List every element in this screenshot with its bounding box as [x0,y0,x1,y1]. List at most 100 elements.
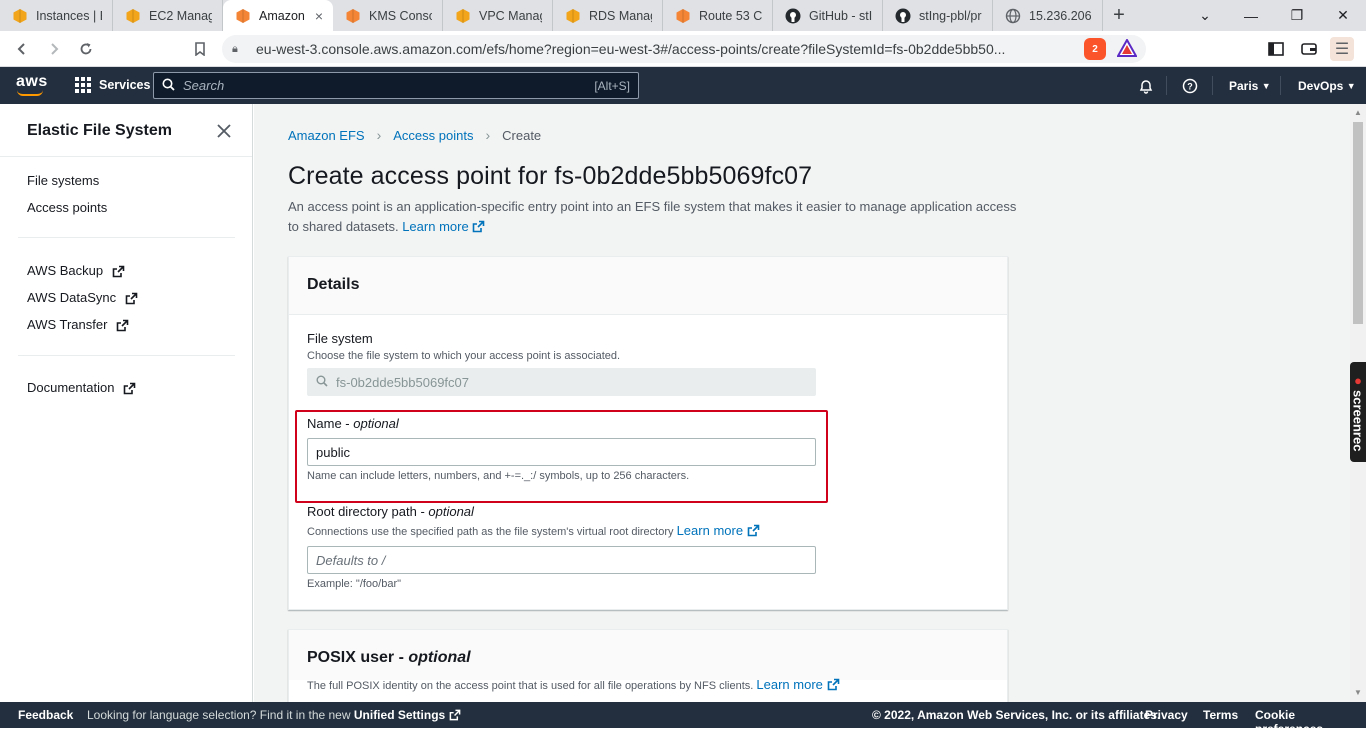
aws-route53-icon [675,8,691,24]
sidebar-item-aws-backup[interactable]: AWS Backup [27,263,125,278]
root-directory-label: Root directory path - optional [307,504,474,519]
browser-tab[interactable]: GitHub - stIn [773,0,883,31]
search-icon [316,375,328,390]
tab-title: GitHub - stIn [809,8,872,23]
aws-logo-text: aws [16,73,48,90]
page-description: An access point is an application-specif… [288,197,1018,237]
posix-hint: The full POSIX identity on the access po… [307,677,840,692]
root-directory-example: Example: "/foo/bar" [307,578,402,590]
services-menu-button[interactable]: Services [75,77,150,93]
external-link-icon [827,677,840,692]
description-text: An access point is an application-specif… [288,199,1017,234]
back-icon[interactable] [10,37,34,61]
caret-down-icon: ▼ [1261,80,1271,91]
menu-icon[interactable]: ☰ [1330,37,1354,61]
account-menu[interactable]: DevOps ▼ [1298,67,1356,104]
close-window-icon[interactable]: ✕ [1320,0,1366,31]
new-tab-icon[interactable]: + [1103,0,1135,31]
caret-down-icon: ▼ [1346,80,1356,91]
breadcrumb-amazon-efs[interactable]: Amazon EFS [288,128,365,143]
record-dot-icon: ● [1350,372,1366,388]
brave-rewards-icon[interactable] [1116,37,1138,62]
scrollbar-thumb[interactable] [1353,122,1363,324]
wallet-icon[interactable] [1297,37,1321,61]
chevron-right-icon: › [376,127,382,143]
posix-heading: POSIX user - optional [289,630,1007,680]
root-learn-more-link[interactable]: Learn more [677,523,760,538]
optional-tag: optional [408,649,471,666]
sidebar-item-aws-datasync[interactable]: AWS DataSync [27,290,138,305]
sidebar-item-file-systems[interactable]: File systems [27,173,99,188]
close-tab-icon[interactable]: × [315,8,323,24]
url-field[interactable]: 🔒︎ eu-west-3.console.aws.amazon.com/efs/… [222,35,1146,63]
sidebar-item-documentation[interactable]: Documentation [27,380,136,395]
sidebar-item-label: AWS Backup [27,263,104,278]
browser-tab[interactable]: EC2 Managem [113,0,223,31]
scroll-up-icon[interactable]: ▲ [1354,108,1362,117]
sidebar-item-aws-transfer[interactable]: AWS Transfer [27,317,129,332]
aws-top-nav: aws Services Search [Alt+S] ? Paris ▼ De… [0,67,1366,104]
highlight-annotation [295,410,828,503]
unified-settings-link[interactable]: Unified Settings [354,708,461,722]
tab-title: 15.236.206.1 [1029,8,1092,23]
browser-tab[interactable]: 15.236.206.1 [993,0,1103,31]
brave-badge: 2 [1092,43,1098,55]
learn-more-link[interactable]: Learn more [402,219,485,234]
screenrec-widget[interactable]: ● screenrec [1350,362,1366,462]
tab-title: EC2 Managem [149,8,212,23]
aws-rds-icon [565,8,581,24]
browser-tab[interactable]: stIng-pbl/pro [883,0,993,31]
breadcrumb-current: Create [502,127,542,143]
brave-shields-icon[interactable]: 2 [1084,38,1106,60]
breadcrumb-access-points[interactable]: Access points [393,128,473,143]
sidebar-item-access-points[interactable]: Access points [27,200,107,215]
address-bar: 🔒︎ eu-west-3.console.aws.amazon.com/efs/… [0,31,1366,67]
sidebar-title: Elastic File System [27,122,172,139]
browser-tab[interactable]: KMS Console [333,0,443,31]
browser-tab[interactable]: Instances | EC [0,0,113,31]
help-icon[interactable]: ? [1182,67,1198,104]
unified-settings-label: Unified Settings [353,708,446,722]
external-link-icon [116,319,129,331]
aws-logo[interactable]: aws [16,73,48,96]
side-navigation: Elastic File System File systems Access … [0,104,253,702]
cookie-preferences-link[interactable]: Cookie preferences [1255,708,1366,736]
minimize-icon[interactable]: — [1228,0,1274,31]
tab-search-icon[interactable]: ⌄ [1182,0,1228,31]
learn-more-label: Learn more [676,523,744,538]
posix-heading-text: POSIX user - [307,649,409,666]
privacy-link[interactable]: Privacy [1145,708,1188,722]
browser-tab[interactable]: Route 53 Con [663,0,773,31]
svg-text:?: ? [1187,81,1193,91]
sidebar-toggle-icon[interactable] [1264,37,1288,61]
optional-tag: optional [428,504,474,519]
tab-title: Route 53 Con [699,8,762,23]
page-title: Create access point for fs-0b2dde5bb5069… [288,162,813,190]
file-system-hint: Choose the file system to which your acc… [307,350,621,362]
bell-icon[interactable] [1138,67,1154,104]
search-input[interactable]: Search [Alt+S] [153,72,639,99]
sidebar-item-label: AWS Transfer [27,317,108,332]
bookmark-icon[interactable] [188,37,212,61]
close-icon[interactable] [217,121,231,144]
browser-tab[interactable]: RDS Managem [553,0,663,31]
terms-link[interactable]: Terms [1203,708,1238,722]
root-directory-placeholder: Defaults to / [316,552,386,568]
tab-title: VPC Managem [479,8,542,23]
forward-icon[interactable] [42,37,66,61]
external-link-icon [747,523,760,538]
feedback-link[interactable]: Feedback [18,708,73,722]
browser-tab[interactable]: Amazon E × [223,0,333,31]
posix-learn-more-link[interactable]: Learn more [756,677,839,692]
reload-icon[interactable] [74,37,98,61]
root-directory-input[interactable]: Defaults to / [307,546,816,574]
browser-tab[interactable]: VPC Managem [443,0,553,31]
region-selector[interactable]: Paris ▼ [1229,67,1271,104]
root-directory-hint: Connections use the specified path as th… [307,523,760,538]
external-link-icon [123,382,136,394]
posix-user-panel: POSIX user - optional The full POSIX ide… [288,629,1008,702]
browser-tab-bar: Instances | EC EC2 Managem Amazon E × KMS Co… [0,0,1366,31]
maximize-icon[interactable]: ❐ [1274,0,1320,31]
grid-icon [75,77,91,93]
scroll-down-icon[interactable]: ▼ [1354,688,1362,697]
